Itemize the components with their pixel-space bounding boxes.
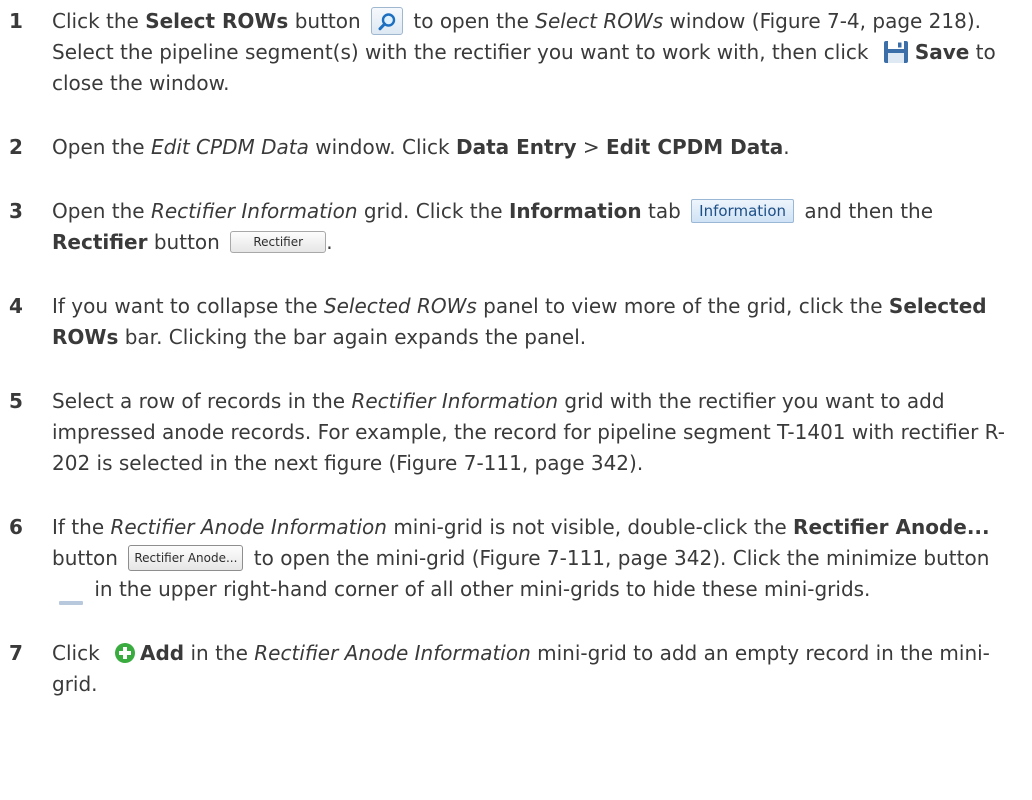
menu-data-entry: Data Entry: [456, 135, 577, 159]
select-rows-button[interactable]: [371, 6, 404, 35]
step-7: 7 Click Add in the Rectifier Anode Infor…: [0, 638, 1032, 700]
step-text: Select a row of records in the Rectifier…: [52, 389, 1005, 475]
add-button[interactable]: [114, 642, 136, 664]
step-1: 1 Click the Select ROWs button to open t…: [0, 6, 1032, 99]
ui-term-add: Add: [140, 641, 185, 665]
step-text: Open the Rectifier Information grid. Cli…: [52, 198, 934, 254]
procedure-steps: 1 Click the Select ROWs button to open t…: [0, 0, 1032, 700]
step-5: 5 Select a row of records in the Rectifi…: [0, 386, 1032, 479]
step-text: Click the Select ROWs button to open the…: [52, 6, 1024, 99]
step-4: 4 If you want to collapse the Selected R…: [0, 291, 1032, 353]
ui-term-rectifier: Rectifier: [52, 230, 148, 254]
ui-term-rectifier-anode: Rectifier Anode...: [793, 515, 990, 539]
step-text: If the Rectifier Anode Information mini-…: [52, 512, 1024, 605]
step-number: 7: [9, 641, 23, 665]
step-number: 5: [9, 389, 23, 413]
minimize-button[interactable]: [58, 585, 84, 605]
step-2: 2 Open the Edit CPDM Data window. Click …: [0, 132, 1032, 163]
step-number: 1: [9, 9, 23, 33]
step-text: Open the Edit CPDM Data window. Click Da…: [52, 135, 790, 159]
information-tab[interactable]: Information: [691, 198, 795, 223]
step-text: If you want to collapse the Selected ROW…: [52, 294, 987, 349]
grid-name-rectifier-information: Rectifier Information: [150, 199, 358, 223]
panel-name-selected-rows: Selected ROWs: [323, 294, 477, 318]
ui-term-select-rows: Select ROWs: [145, 9, 289, 33]
window-name-select-rows: Select ROWs: [535, 9, 664, 33]
magnifier-icon: [378, 12, 396, 30]
rectifier-button[interactable]: Rectifier: [230, 230, 327, 253]
grid-name-rectifier-information: Rectifier Information: [351, 389, 559, 413]
green-plus-circle-icon: [115, 642, 136, 663]
menu-edit-cpdm-data: Edit CPDM Data: [605, 135, 784, 159]
ui-term-information: Information: [508, 199, 642, 223]
window-name-edit-cpdm-data: Edit CPDM Data: [150, 135, 309, 159]
step-number: 4: [9, 294, 23, 318]
rectifier-anode-button[interactable]: Rectifier Anode...: [128, 544, 244, 571]
step-3: 3 Open the Rectifier Information grid. C…: [0, 196, 1032, 258]
step-number: 6: [9, 515, 23, 539]
step-number: 3: [9, 199, 23, 223]
floppy-disk-icon: [883, 40, 908, 63]
step-6: 6 If the Rectifier Anode Information min…: [0, 512, 1032, 605]
ui-term-save: Save: [914, 40, 970, 64]
step-text: Click Add in the Rectifier Anode Informa…: [52, 641, 990, 696]
step-number: 2: [9, 135, 23, 159]
minimize-icon: [59, 600, 83, 605]
mini-grid-name-rectifier-anode-information: Rectifier Anode Information: [254, 641, 531, 665]
mini-grid-name-rectifier-anode-information: Rectifier Anode Information: [110, 515, 387, 539]
save-button[interactable]: [883, 40, 909, 64]
